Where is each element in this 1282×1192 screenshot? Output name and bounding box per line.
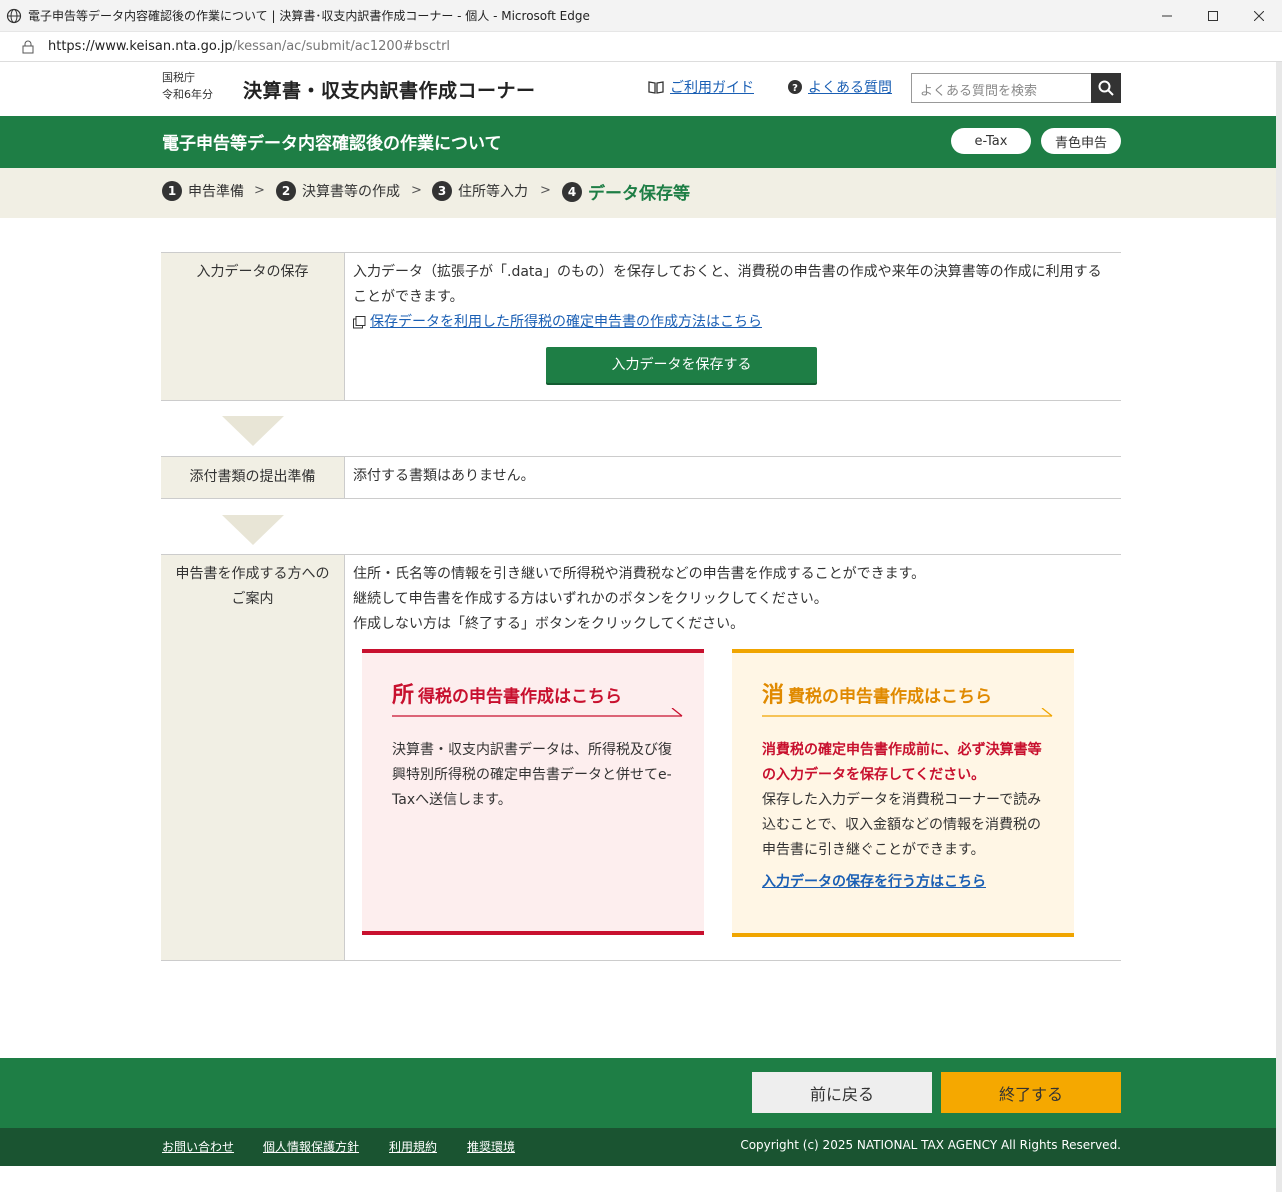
finish-button[interactable]: 終了する bbox=[941, 1072, 1121, 1113]
step-number: 1 bbox=[162, 181, 182, 201]
step-1: 1 申告準備 bbox=[162, 181, 244, 201]
copyright: Copyright (c) 2025 NATIONAL TAX AGENCY A… bbox=[740, 1138, 1121, 1152]
consumption-tax-card[interactable]: 消 費税の申告書作成はこちら 消費税の確定申告書作成前に、必ず決算書等の入力デー… bbox=[732, 649, 1074, 937]
attachment-section: 添付書類の提出準備 添付する書類はありません。 bbox=[161, 456, 1121, 499]
url-path: /kessan/ac/submit/ac1200#bsctrl bbox=[232, 39, 451, 54]
faq-link-label[interactable]: よくある質問 bbox=[808, 77, 892, 97]
maximize-button[interactable] bbox=[1190, 0, 1236, 32]
browser-titlebar: 電子申告等データ内容確認後の作業について | 決算書･収支内訳書作成コーナー -… bbox=[0, 0, 1282, 32]
chevron-right-icon: > bbox=[540, 183, 551, 198]
faq-search-input[interactable]: よくある質問を検索 bbox=[911, 73, 1092, 103]
new-window-icon bbox=[353, 316, 366, 329]
agency-info: 国税庁 令和6年分 bbox=[162, 69, 213, 103]
maximize-icon bbox=[1208, 10, 1218, 21]
guide-link[interactable]: ご利用ガイド bbox=[648, 77, 754, 97]
attachment-text: 添付する書類はありません。 bbox=[353, 468, 535, 484]
step-number: 2 bbox=[276, 181, 296, 201]
income-tax-heading-rest: 得税の申告書作成はこちら bbox=[418, 687, 623, 707]
close-window-button[interactable] bbox=[1236, 0, 1282, 32]
progress-steps: 1 申告準備 > 2 決算書等の作成 > 3 住所等入力 > 4 データ保存等 bbox=[0, 168, 1282, 218]
step-2: 2 決算書等の作成 bbox=[276, 181, 400, 201]
saved-data-howto-link[interactable]: 保存データを利用した所得税の確定申告書の作成方法はこちら bbox=[353, 310, 762, 335]
recommended-env-link[interactable]: 推奨環境 bbox=[467, 1138, 515, 1155]
guidance-label: 申告書を作成する方への ご案内 bbox=[161, 555, 345, 960]
site-title[interactable]: 決算書・収支内訳書作成コーナー bbox=[243, 76, 536, 103]
question-icon: ? bbox=[788, 80, 802, 94]
income-tax-card[interactable]: 所 得税の申告書作成はこちら 決算書・収支内訳書データは、所得税及び復興特別所得… bbox=[362, 649, 704, 935]
step-number: 3 bbox=[432, 181, 452, 201]
globe-icon bbox=[6, 8, 22, 23]
page-title-band: 電子申告等データ内容確認後の作業について e-Tax 青色申告 bbox=[0, 116, 1282, 168]
save-data-description: 入力データ（拡張子が「.data」のもの）を保存しておくと、消費税の申告書の作成… bbox=[353, 264, 1102, 305]
step-4-current: 4 データ保存等 bbox=[562, 179, 690, 204]
footer-links: お問い合わせ 個人情報保護方針 利用規約 推奨環境 Copyright (c) … bbox=[0, 1128, 1282, 1166]
contact-link[interactable]: お問い合わせ bbox=[162, 1138, 234, 1155]
income-tax-heading[interactable]: 所 得税の申告書作成はこちら bbox=[392, 683, 684, 714]
scrollbar-track[interactable] bbox=[1276, 62, 1282, 1192]
step-label: 申告準備 bbox=[188, 184, 244, 200]
flow-arrow-icon bbox=[222, 416, 284, 446]
step-label: データ保存等 bbox=[588, 184, 690, 204]
step-label: 決算書等の作成 bbox=[302, 184, 400, 200]
svg-text:?: ? bbox=[792, 83, 798, 94]
income-tax-heading-initial: 所 bbox=[392, 683, 415, 708]
etax-badge: e-Tax bbox=[951, 128, 1031, 154]
guidance-line-2: 継続して申告書を作成する方はいずれかのボタンをクリックしてください。 bbox=[353, 591, 828, 607]
income-tax-description: 決算書・収支内訳書データは、所得税及び復興特別所得税の確定申告書データと併せてe… bbox=[392, 742, 672, 808]
back-button[interactable]: 前に戻る bbox=[752, 1072, 932, 1113]
book-icon bbox=[648, 81, 664, 94]
save-input-data-button[interactable]: 入力データを保存する bbox=[546, 347, 817, 383]
search-button[interactable] bbox=[1091, 73, 1121, 103]
address-bar[interactable]: https://www.keisan.nta.go.jp/kessan/ac/s… bbox=[0, 32, 1282, 62]
minimize-icon bbox=[1162, 15, 1172, 16]
guidance-body: 住所・氏名等の情報を引き継いで所得税や消費税などの申告書を作成することができます… bbox=[345, 555, 1121, 960]
minimize-button[interactable] bbox=[1144, 0, 1190, 32]
consumption-tax-heading[interactable]: 消 費税の申告書作成はこちら bbox=[762, 683, 1054, 714]
consumption-tax-heading-rest: 費税の申告書作成はこちら bbox=[788, 687, 993, 707]
step-label: 住所等入力 bbox=[458, 184, 528, 200]
attachment-label: 添付書類の提出準備 bbox=[161, 457, 345, 498]
saved-data-howto-label[interactable]: 保存データを利用した所得税の確定申告書の作成方法はこちら bbox=[370, 310, 762, 335]
consumption-tax-heading-initial: 消 bbox=[762, 683, 785, 708]
page-title: 電子申告等データ内容確認後の作業について bbox=[162, 134, 502, 154]
faq-link[interactable]: ? よくある質問 bbox=[788, 77, 892, 97]
url-host: https://www.keisan.nta.go.jp bbox=[48, 39, 233, 54]
consumption-tax-warning: 消費税の確定申告書作成前に、必ず決算書等の入力データを保存してください。 bbox=[762, 742, 1042, 783]
guide-link-label[interactable]: ご利用ガイド bbox=[670, 77, 754, 97]
chevron-right-icon: > bbox=[254, 183, 265, 198]
footer-actions: 前に戻る 終了する bbox=[0, 1058, 1282, 1128]
tax-year: 令和6年分 bbox=[162, 88, 213, 101]
step-number: 4 bbox=[562, 181, 582, 202]
step-3: 3 住所等入力 bbox=[432, 181, 528, 201]
guidance-section: 申告書を作成する方への ご案内 住所・氏名等の情報を引き継いで所得税や消費税など… bbox=[161, 554, 1121, 961]
close-icon bbox=[1254, 10, 1264, 21]
blue-return-badge: 青色申告 bbox=[1041, 128, 1121, 154]
flow-arrow-icon bbox=[222, 515, 284, 545]
save-data-body: 入力データ（拡張子が「.data」のもの）を保存しておくと、消費税の申告書の作成… bbox=[345, 253, 1121, 400]
site-header: 国税庁 令和6年分 決算書・収支内訳書作成コーナー ご利用ガイド ? よくある質… bbox=[0, 62, 1282, 116]
save-data-howto-link[interactable]: 入力データの保存を行う方はこちら bbox=[762, 870, 1054, 895]
terms-link[interactable]: 利用規約 bbox=[389, 1138, 437, 1155]
consumption-tax-description: 保存した入力データを消費税コーナーで読み込むことで、収入金額などの情報を消費税の… bbox=[762, 792, 1042, 858]
save-data-label: 入力データの保存 bbox=[161, 253, 345, 400]
search-icon bbox=[1098, 80, 1114, 96]
window-title: 電子申告等データ内容確認後の作業について | 決算書･収支内訳書作成コーナー -… bbox=[28, 9, 590, 23]
guidance-line-3: 作成しない方は「終了する」ボタンをクリックしてください。 bbox=[353, 616, 745, 632]
privacy-policy-link[interactable]: 個人情報保護方針 bbox=[263, 1138, 359, 1155]
lock-icon bbox=[22, 40, 34, 53]
guidance-line-1: 住所・氏名等の情報を引き継いで所得税や消費税などの申告書を作成することができます… bbox=[353, 566, 926, 582]
save-data-section: 入力データの保存 入力データ（拡張子が「.data」のもの）を保存しておくと、消… bbox=[161, 252, 1121, 401]
agency-name: 国税庁 bbox=[162, 71, 195, 84]
chevron-right-icon: > bbox=[411, 183, 422, 198]
